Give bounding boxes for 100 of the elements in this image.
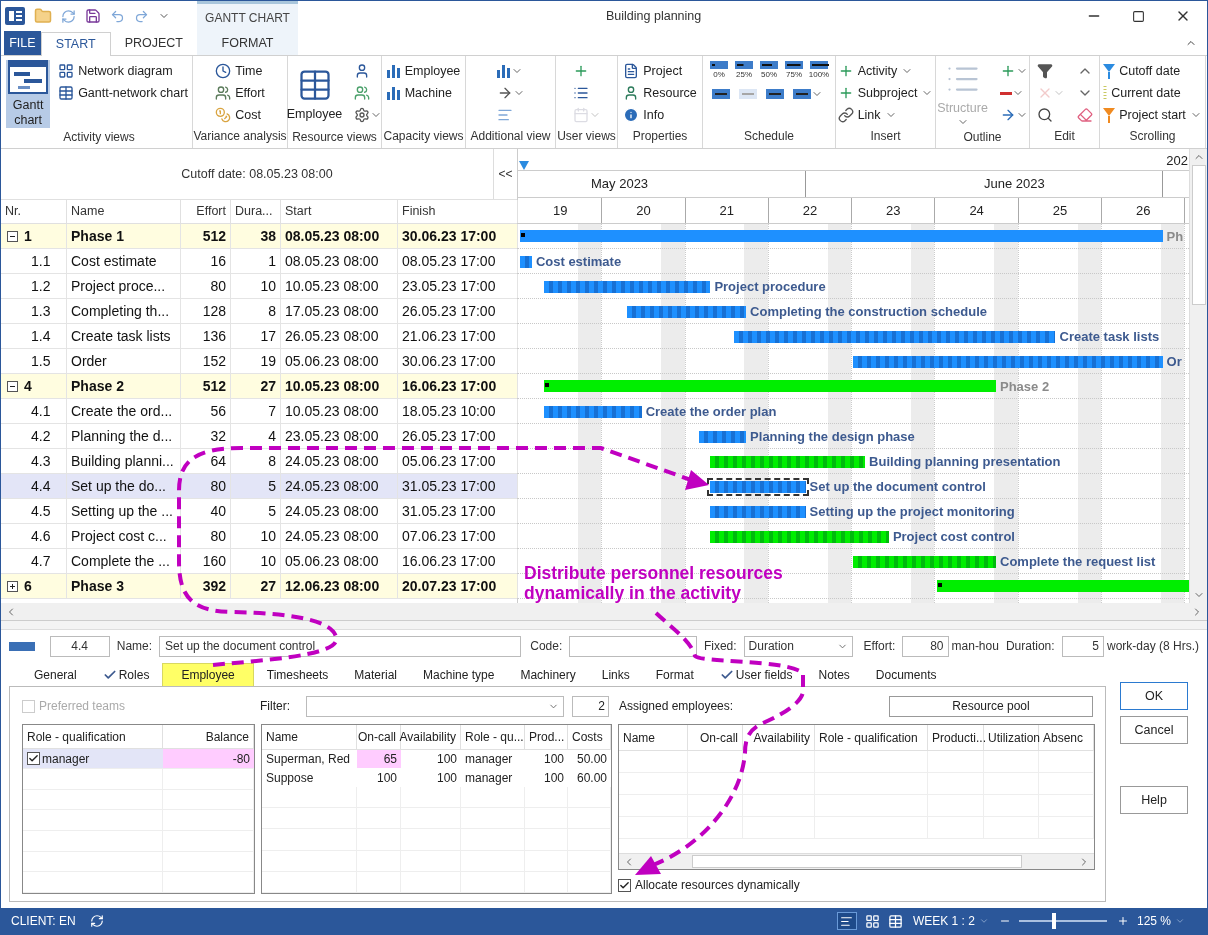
zoom-level-dropdown[interactable]: 125 %	[1136, 912, 1185, 930]
ribbon-button[interactable]: Network diagram	[54, 60, 192, 82]
scroll-thumb[interactable]	[1191, 165, 1206, 305]
undo-icon[interactable]	[110, 8, 125, 24]
column-header[interactable]: Absenc	[1039, 725, 1094, 750]
fixed-dropdown[interactable]: Duration	[743, 635, 853, 657]
dialog-tab[interactable]: General	[25, 663, 86, 686]
cutoff-marker-icon[interactable]	[519, 161, 529, 170]
progress-button[interactable]: 0%	[708, 60, 730, 79]
column-header[interactable]: Costs	[568, 725, 611, 750]
maximize-icon[interactable]	[1132, 9, 1145, 23]
refresh-icon[interactable]	[61, 8, 76, 24]
ribbon-button[interactable]: Current date	[1099, 82, 1206, 104]
folder-icon[interactable]	[34, 7, 52, 25]
zoom-in-icon[interactable]	[1116, 915, 1129, 927]
duration-field[interactable]: 5	[1061, 635, 1104, 657]
horizontal-scrollbar[interactable]	[1, 603, 1207, 620]
column-header[interactable]: Name	[67, 200, 181, 223]
column-header[interactable]: Start	[281, 200, 398, 223]
column-header[interactable]: Role - qualification	[815, 725, 928, 750]
table-row[interactable]: 4.4 Set up the do... 80 5 24.05.23 08:00 31.05.23 17:00	[1, 474, 517, 499]
column-header[interactable]: Name	[619, 725, 688, 750]
table-row[interactable]: 6 Phase 3 392 27 12.06.23 08:00 20.07.23 17:00	[1, 574, 517, 599]
index-field[interactable]: 4.4	[49, 635, 110, 657]
column-header[interactable]: Role - qualification	[23, 725, 163, 749]
dialog-tab[interactable]: User fields	[710, 663, 802, 686]
column-header[interactable]: Balance	[163, 725, 254, 749]
dialog-tab[interactable]: Machine type	[414, 663, 504, 686]
dialog-tab[interactable]: Format	[646, 663, 703, 686]
dialog-tab[interactable]: Notes	[809, 663, 859, 686]
ribbon-button[interactable]: Cutoff date	[1099, 60, 1206, 82]
table-row[interactable]: 4.6 Project cost c... 80 10 24.05.23 08:00 07.06.23 17:00	[1, 524, 517, 549]
dialog-tab[interactable]: Roles	[93, 663, 159, 686]
cancel-button[interactable]: Cancel	[1120, 716, 1188, 744]
sync-icon[interactable]	[89, 914, 104, 928]
resource-pool-button[interactable]: Resource pool	[889, 695, 1093, 717]
file-tab[interactable]: FILE	[4, 31, 41, 55]
table-row[interactable]: 4.2 Planning the d... 32 4 23.05.23 08:00 26.05.23 17:00	[1, 424, 517, 449]
progress-button[interactable]: 100%	[808, 60, 830, 79]
ribbon-button[interactable]: Cost	[211, 104, 269, 126]
ribbon-button[interactable]: Gantt-network chart	[54, 82, 192, 104]
table-row[interactable]: 1.2 Project proce... 80 10 10.05.23 08:00 23.05.23 17:00	[1, 274, 517, 299]
column-header[interactable]: Name	[262, 725, 357, 750]
column-header[interactable]: Effort	[181, 200, 231, 223]
ribbon-tab[interactable]: START	[40, 32, 111, 56]
progress-button[interactable]: 50%	[758, 60, 780, 79]
dialog-tab[interactable]: Documents	[866, 663, 946, 686]
ribbon-button[interactable]: Effort	[211, 82, 269, 104]
column-header[interactable]: Availability	[743, 725, 815, 750]
expand-icon[interactable]	[7, 580, 18, 592]
table-row[interactable]: 4.1 Create the ord... 56 7 10.05.23 08:00 18.05.23 10:00	[1, 399, 517, 424]
table-row[interactable]: 4.5 Setting up the ... 40 5 24.05.23 08:00 31.05.23 17:00	[1, 499, 517, 524]
table-row[interactable]: 4.7 Complete the ... 160 10 05.06.23 08:00 16.06.23 17:00	[1, 549, 517, 574]
count-field[interactable]: 2	[572, 695, 609, 717]
ribbon-button[interactable]: Project start	[1099, 104, 1206, 126]
effort-field[interactable]: 80	[902, 635, 949, 657]
redo-icon[interactable]	[134, 8, 149, 24]
dialog-tab[interactable]: Links	[592, 663, 639, 686]
collapse-icon[interactable]	[7, 230, 18, 242]
progress-button[interactable]: 75%	[783, 60, 805, 79]
ribbon-button[interactable]: Time	[211, 60, 269, 82]
column-header[interactable]: Utilization	[984, 725, 1039, 750]
slider-thumb[interactable]	[1052, 913, 1057, 929]
table-row[interactable]: 1.1 Cost estimate 16 1 08.05.23 08:00 08.05.23 17:00	[1, 249, 517, 274]
dialog-tab[interactable]: Machinery	[511, 663, 585, 686]
dialog-tab[interactable]: Material	[345, 663, 407, 686]
dialog-tab[interactable]: Timesheets	[257, 663, 338, 686]
ribbon-button[interactable]: Info	[619, 104, 701, 126]
task-bar[interactable]	[698, 431, 747, 443]
ribbon-button[interactable]: Project	[619, 60, 701, 82]
grid-view-icon[interactable]	[864, 913, 880, 929]
save-icon[interactable]	[85, 8, 101, 24]
checkbox[interactable]	[27, 752, 40, 766]
zoom-slider[interactable]	[1018, 913, 1107, 929]
ribbon-large-button[interactable]: Employee	[282, 60, 347, 128]
help-button[interactable]: Help	[1120, 786, 1188, 814]
table-row[interactable]: 1.5 Order 152 19 05.06.23 08:00 30.06.23 17:00	[1, 349, 517, 374]
table-view-icon[interactable]	[887, 913, 903, 929]
ribbon-tab[interactable]: FORMAT	[197, 31, 298, 55]
week-zoom-dropdown[interactable]: WEEK 1 : 2	[912, 912, 989, 930]
column-header[interactable]: Nr.	[1, 200, 67, 223]
dialog-tab[interactable]: Employee	[162, 663, 254, 686]
gantt-view-icon[interactable]	[836, 912, 857, 930]
ribbon-tab[interactable]: PROJECT	[110, 31, 197, 55]
table-row[interactable]: 4 Phase 2 512 27 10.05.23 08:00 16.06.23 17:00	[1, 374, 517, 399]
ok-button[interactable]: OK	[1120, 682, 1188, 710]
column-header[interactable]: Role - qu...	[461, 725, 525, 750]
filter-dropdown[interactable]	[306, 695, 564, 717]
horizontal-scrollbar[interactable]	[619, 853, 1094, 869]
collapse-button[interactable]: <<	[493, 149, 517, 199]
name-field[interactable]: Set up the document control	[159, 635, 522, 657]
table-row[interactable]: 1.4 Create task lists 136 17 26.05.23 08:00 21.06.23 17:00	[1, 324, 517, 349]
ribbon-button[interactable]: Machine	[382, 82, 465, 104]
column-header[interactable]: Finish	[398, 200, 518, 223]
table-row[interactable]: 1.3 Completing th... 128 8 17.05.23 08:00 26.05.23 17:00	[1, 299, 517, 324]
table-row[interactable]: 4.3 Building planni... 64 8 24.05.23 08:00 05.06.23 17:00	[1, 449, 517, 474]
checkbox[interactable]	[618, 878, 631, 892]
column-header[interactable]: Dura...	[231, 200, 281, 223]
collapse-icon[interactable]	[7, 380, 18, 392]
code-field[interactable]	[569, 635, 697, 657]
